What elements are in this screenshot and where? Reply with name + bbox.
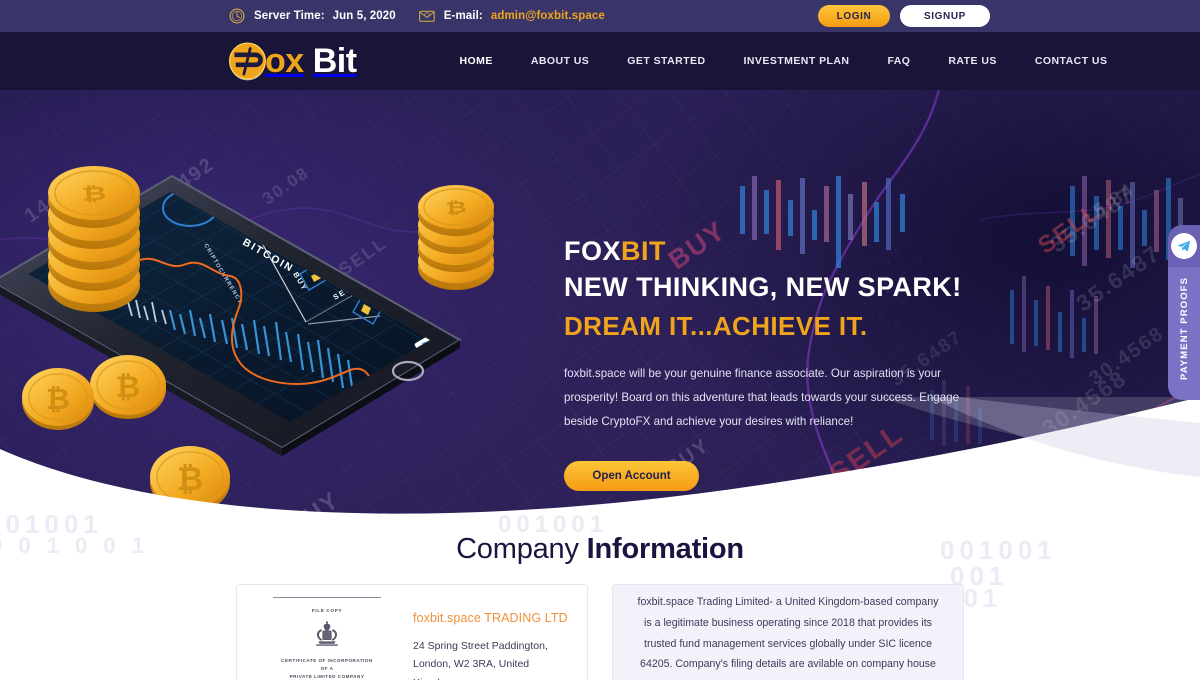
company-description-card: foxbit.space Trading Limited- a United K… (612, 584, 964, 680)
logo-text-bit: Bit (312, 42, 357, 80)
bitcoin-coin-stack-right: ₿ (418, 185, 494, 290)
email-info: E-mail: admin@foxbit.space (418, 7, 605, 25)
nav-item-faq[interactable]: FAQ (868, 55, 929, 67)
foxbit-coin-logo-icon (228, 42, 267, 80)
page-title-bold: Information (586, 533, 744, 565)
hero-subheadline: DREAM IT...ACHIEVE IT. (564, 311, 868, 341)
nav-item-about-us[interactable]: ABOUT US (512, 55, 608, 67)
svg-text:₿: ₿ (81, 183, 107, 206)
email-value[interactable]: admin@foxbit.space (491, 10, 605, 22)
nav-item-contact-us[interactable]: CONTACT US (1016, 55, 1127, 67)
nav-item-get-started[interactable]: GET STARTED (608, 55, 724, 67)
main-navigation: HOME ABOUT US GET STARTED INVESTMENT PLA… (441, 55, 1127, 67)
site-logo[interactable]: ox Bit (226, 40, 357, 83)
page-title-thin: Company (456, 533, 587, 565)
hero-brand-bit: BIT (621, 236, 667, 266)
server-time: Server Time: Jun 5, 2020 (228, 7, 396, 25)
company-name: foxbit.space TRADING LTD (413, 611, 568, 625)
nav-item-rate-us[interactable]: RATE US (929, 55, 1015, 67)
server-time-value: Jun 5, 2020 (332, 10, 396, 22)
certificate-caption: CERTIFICATE OF INCORPORATION OF A PRIVAT… (247, 657, 407, 680)
certificate-caption-line2: OF A (320, 665, 334, 671)
hero-banner: BUY SELL SELL BUY SELL SELL BUY SELL 14.… (0, 90, 1200, 515)
envelope-icon (418, 10, 435, 22)
top-bar-actions: LOGIN SIGNUP (818, 5, 990, 27)
hero-brand: FOXBIT (564, 236, 984, 268)
page-title: Company Information (0, 515, 1200, 566)
clock-icon (229, 8, 245, 24)
company-information-section: 001001 0 0 1 0 0 1 001001 001 001001 001… (0, 515, 1200, 680)
payment-proofs-icon-wrap (1168, 225, 1200, 267)
login-button[interactable]: LOGIN (818, 5, 890, 27)
certificate-card: FILE COPY CERTIFICATE OF INCORPORATION O… (236, 584, 588, 680)
email-label: E-mail: (443, 10, 483, 22)
hero-brand-fox: FOX (564, 236, 622, 266)
signup-button[interactable]: SIGNUP (900, 5, 990, 27)
nav-item-home[interactable]: HOME (441, 55, 512, 67)
server-time-label: Server Time: (254, 10, 325, 22)
top-bar: Server Time: Jun 5, 2020 E-mail: admin@f… (0, 0, 1200, 32)
hero-bottom-wave (0, 397, 1200, 515)
bitcoin-coin-stack-left: ₿ (48, 166, 140, 312)
payment-proofs-label: PAYMENT PROOFS (1178, 276, 1190, 381)
royal-coat-of-arms-icon (316, 621, 338, 646)
certificate-caption-line3: PRIVATE LIMITED COMPANY (289, 673, 365, 679)
payment-proofs-tab[interactable]: PAYMENT PROOFS (1168, 225, 1200, 400)
company-details: foxbit.space TRADING LTD 24 Spring Stree… (407, 595, 575, 680)
site-header: ox Bit HOME ABOUT US GET STARTED INVESTM… (0, 32, 1200, 90)
company-cards: FILE COPY CERTIFICATE OF INCORPORATION O… (0, 584, 1200, 680)
hero-headline: NEW THINKING, NEW SPARK! (564, 271, 962, 302)
nav-item-investment-plan[interactable]: INVESTMENT PLAN (725, 55, 869, 67)
certificate-file-copy-label: FILE COPY (311, 608, 343, 613)
company-description: foxbit.space Trading Limited- a United K… (637, 596, 939, 680)
logo-text-ox: ox (265, 42, 304, 80)
certificate-caption-line1: CERTIFICATE OF INCORPORATION (281, 658, 373, 663)
certificate-rule (273, 597, 381, 598)
telegram-icon (1171, 233, 1197, 259)
certificate-image: FILE COPY CERTIFICATE OF INCORPORATION O… (247, 595, 407, 680)
svg-text:₿: ₿ (445, 197, 467, 217)
company-address: 24 Spring Street Paddington, London, W2 … (413, 640, 548, 680)
